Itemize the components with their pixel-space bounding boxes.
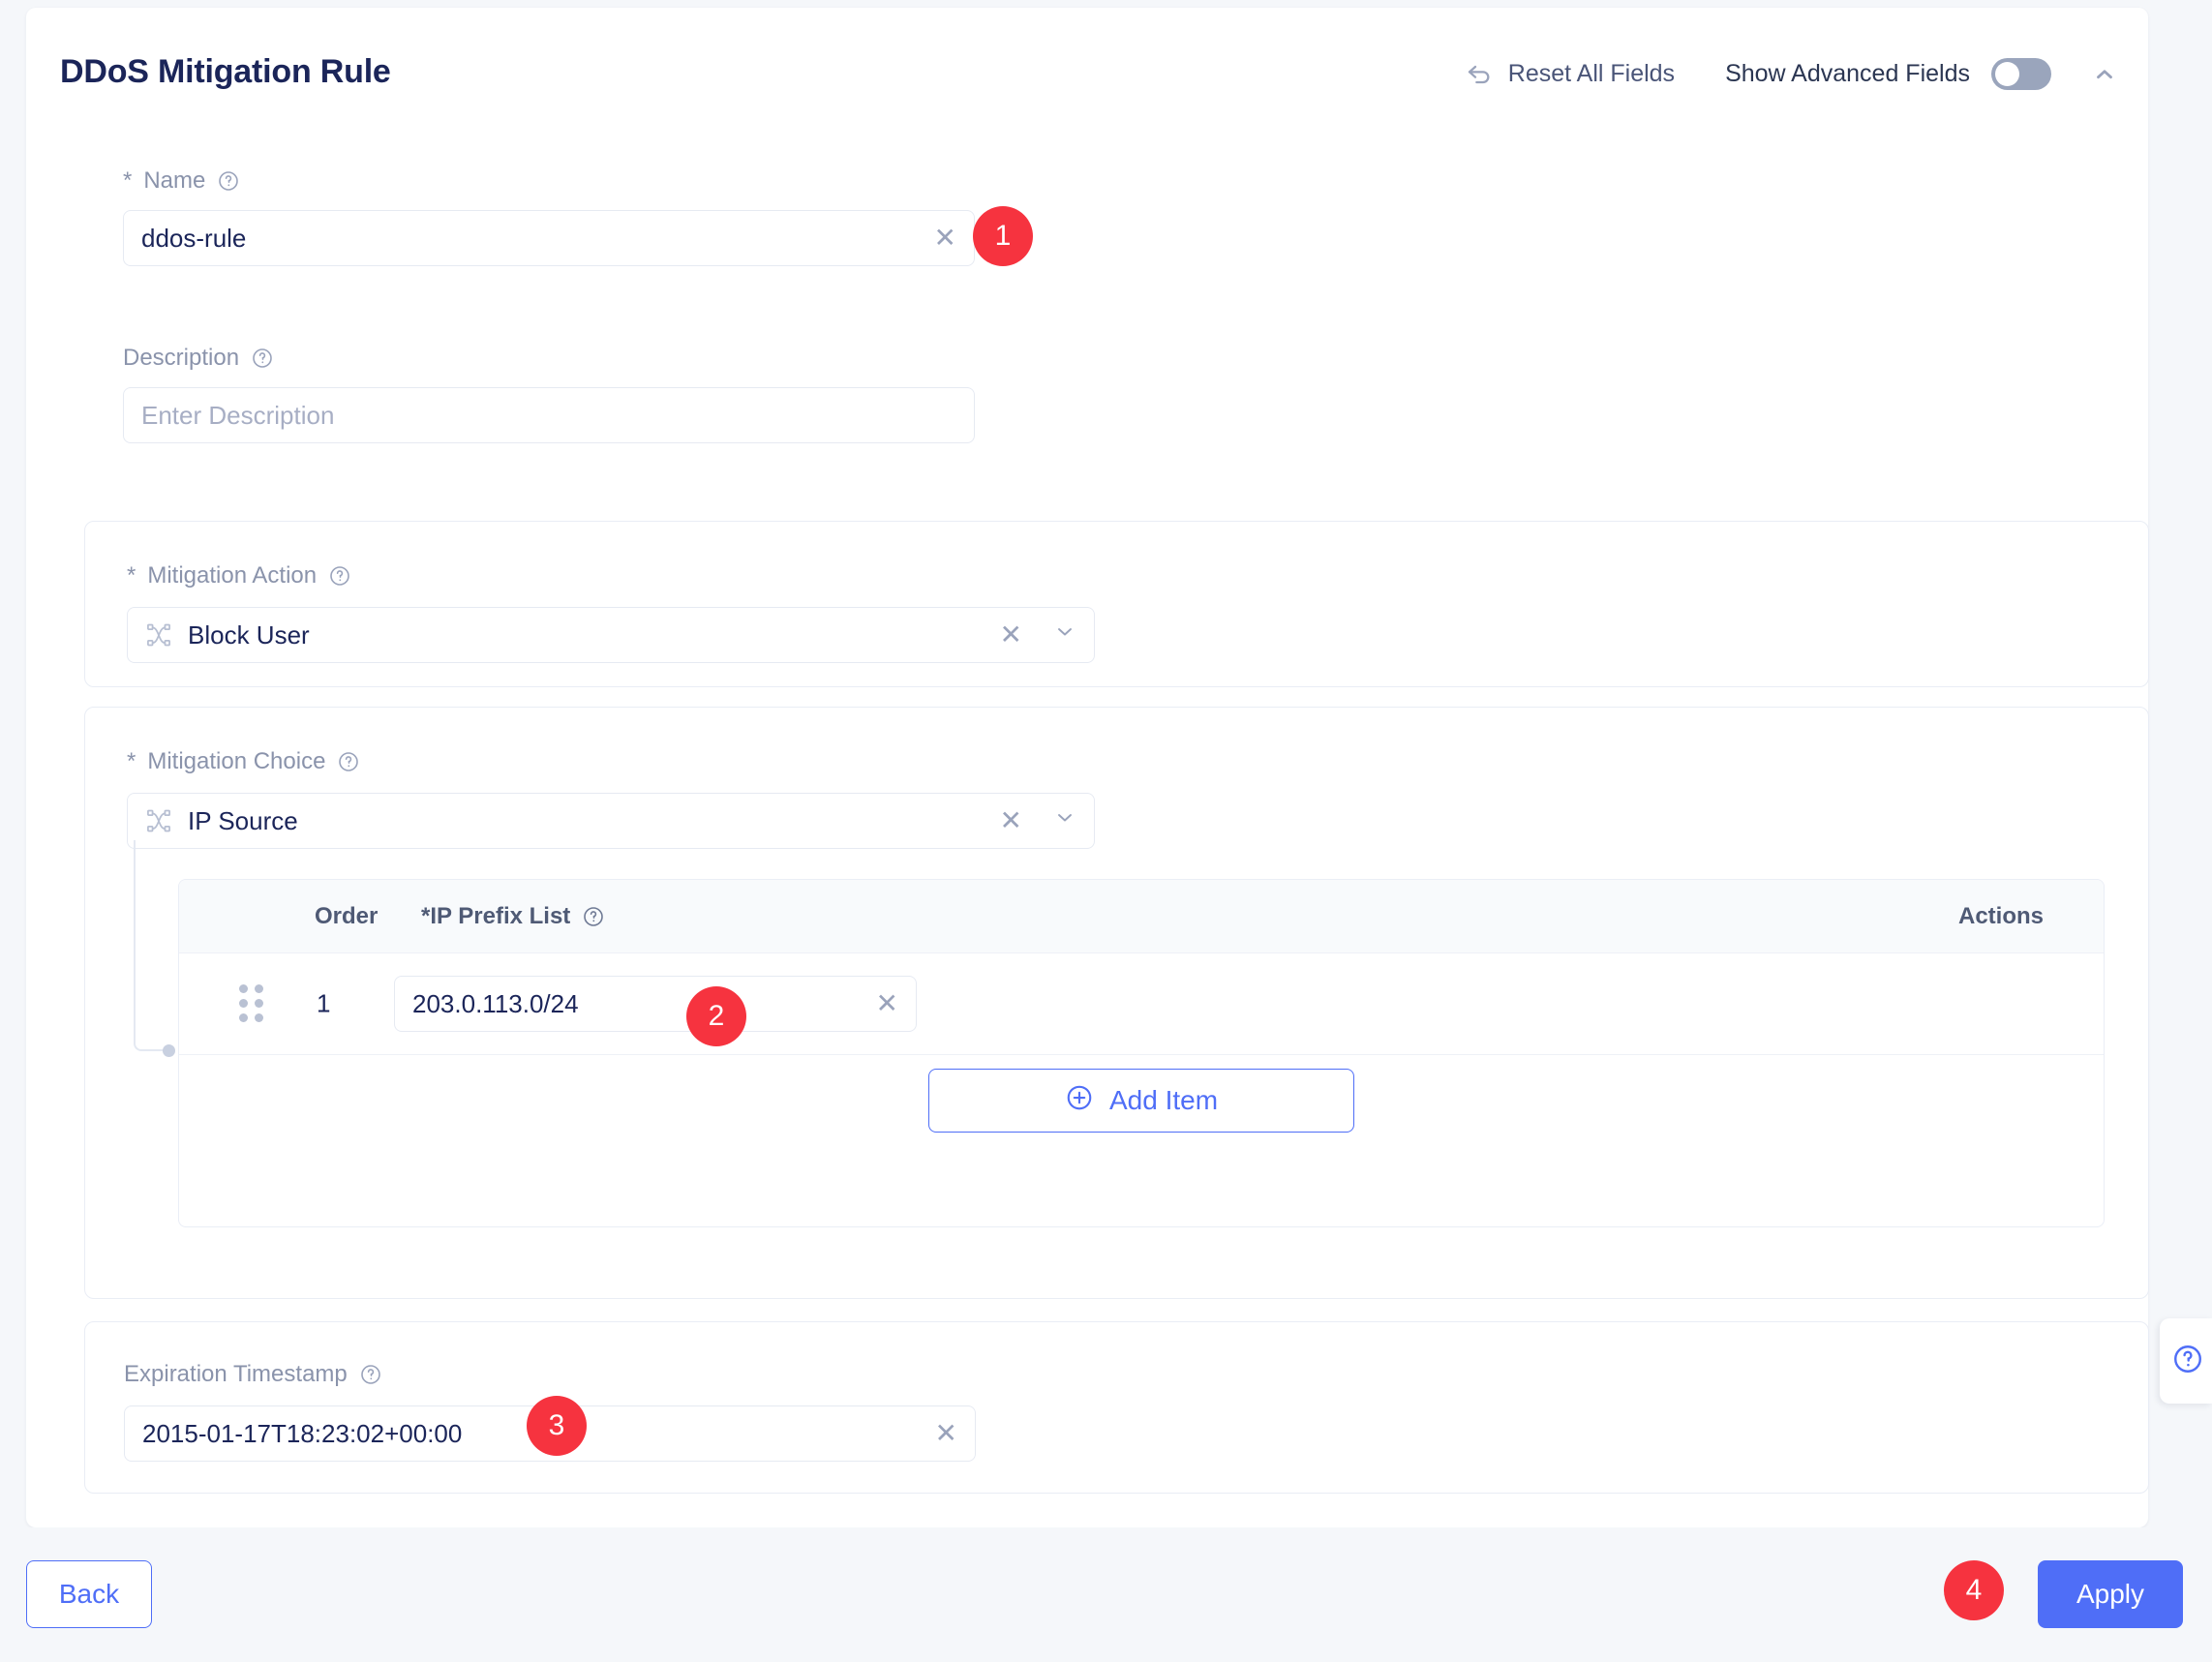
- name-field-block: * Name ddos-rule ✕: [123, 167, 975, 266]
- question-circle-icon[interactable]: [328, 564, 351, 588]
- node-graph-icon: [145, 621, 172, 649]
- name-input[interactable]: ddos-rule ✕: [123, 210, 975, 266]
- toggle-knob: [1995, 62, 2019, 86]
- description-input[interactable]: Enter Description: [123, 387, 975, 443]
- add-item-button[interactable]: Add Item: [928, 1069, 1354, 1133]
- help-widget-button[interactable]: [2160, 1318, 2212, 1404]
- table-header-row: Order *IP Prefix List Actions: [179, 880, 2104, 953]
- tree-connector-dot: [163, 1044, 175, 1057]
- tree-connector-line: [134, 840, 170, 1051]
- description-label-text: Description: [123, 345, 239, 372]
- description-placeholder: Enter Description: [141, 401, 334, 431]
- annotation-badge-4: 4: [1944, 1560, 2004, 1620]
- ddos-mitigation-rule-page: DDoS Mitigation Rule Reset All Fields Sh…: [0, 0, 2212, 1662]
- column-header-ip-prefix-list: *IP Prefix List: [421, 903, 605, 930]
- column-header-ip-prefix-list-text: *IP Prefix List: [421, 903, 570, 930]
- required-asterisk: *: [127, 748, 136, 775]
- close-icon[interactable]: ✕: [876, 990, 898, 1017]
- question-circle-icon[interactable]: [359, 1363, 382, 1386]
- required-asterisk: *: [123, 167, 132, 195]
- reset-all-fields-label: Reset All Fields: [1508, 60, 1675, 88]
- plus-circle-icon: [1065, 1083, 1094, 1119]
- add-item-label: Add Item: [1109, 1085, 1218, 1116]
- mitigation-action-select[interactable]: Block User ✕: [127, 607, 1095, 663]
- mitigation-action-label: * Mitigation Action: [127, 562, 351, 589]
- mitigation-action-label-text: Mitigation Action: [147, 562, 317, 589]
- question-circle-icon[interactable]: [582, 905, 605, 928]
- question-circle-icon[interactable]: [251, 347, 274, 370]
- drag-handle-icon[interactable]: [239, 984, 264, 1023]
- mitigation-action-panel: * Mitigation Action: [84, 521, 2149, 687]
- mitigation-action-value: Block User: [188, 620, 310, 650]
- name-input-value: ddos-rule: [141, 224, 246, 254]
- back-button[interactable]: Back: [26, 1560, 152, 1628]
- expiration-timestamp-label-text: Expiration Timestamp: [124, 1361, 348, 1388]
- required-asterisk: *: [127, 562, 136, 589]
- ip-prefix-list-table: Order *IP Prefix List Actions 1 203.0.: [178, 879, 2105, 1227]
- expiration-timestamp-value: 2015-01-17T18:23:02+00:00: [142, 1419, 462, 1449]
- description-field-block: Description Enter Description: [123, 345, 975, 443]
- question-circle-icon: [2171, 1343, 2204, 1380]
- question-circle-icon[interactable]: [337, 750, 360, 773]
- mitigation-choice-label: * Mitigation Choice: [127, 748, 360, 775]
- mitigation-choice-select[interactable]: IP Source ✕: [127, 793, 1095, 849]
- mitigation-choice-label-text: Mitigation Choice: [147, 748, 325, 775]
- ip-prefix-value: 203.0.113.0/24: [412, 989, 579, 1019]
- annotation-badge-1: 1: [973, 206, 1033, 266]
- node-graph-icon: [145, 807, 172, 834]
- question-circle-icon[interactable]: [217, 169, 240, 193]
- close-icon[interactable]: ✕: [1000, 621, 1022, 649]
- expiration-timestamp-panel: Expiration Timestamp 2015-01-17T18:23:02…: [84, 1321, 2149, 1494]
- description-label: Description: [123, 345, 975, 372]
- apply-button[interactable]: Apply: [2038, 1560, 2183, 1628]
- undo-arrow-icon: [1464, 59, 1495, 90]
- header-actions: Reset All Fields Show Advanced Fields: [1464, 58, 2119, 90]
- show-advanced-fields-toggle[interactable]: [1991, 58, 2051, 90]
- name-label-text: Name: [143, 167, 205, 195]
- form-footer: Back Apply: [0, 1527, 2212, 1662]
- column-header-actions: Actions: [1958, 903, 2044, 930]
- table-row: 1 203.0.113.0/24 ✕: [179, 953, 2104, 1055]
- show-advanced-fields-label: Show Advanced Fields: [1725, 60, 1970, 88]
- annotation-badge-3: 3: [527, 1396, 587, 1456]
- close-icon[interactable]: ✕: [1000, 807, 1022, 834]
- close-icon[interactable]: ✕: [935, 1420, 957, 1447]
- ip-prefix-input[interactable]: 203.0.113.0/24 ✕: [394, 976, 917, 1032]
- reset-all-fields-button[interactable]: Reset All Fields: [1464, 59, 1675, 90]
- mitigation-choice-value: IP Source: [188, 806, 298, 836]
- chevron-down-icon[interactable]: [1053, 806, 1076, 836]
- rule-form-card: DDoS Mitigation Rule Reset All Fields Sh…: [26, 8, 2148, 1527]
- annotation-badge-2: 2: [686, 986, 746, 1046]
- page-title: DDoS Mitigation Rule: [60, 53, 391, 91]
- column-header-order: Order: [315, 903, 378, 930]
- chevron-up-icon[interactable]: [2090, 60, 2119, 89]
- form-header: DDoS Mitigation Rule Reset All Fields Sh…: [26, 8, 2148, 114]
- add-item-row: Add Item: [179, 1069, 2104, 1133]
- name-label: * Name: [123, 167, 975, 195]
- chevron-down-icon[interactable]: [1053, 620, 1076, 650]
- close-icon[interactable]: ✕: [934, 225, 956, 252]
- cell-order: 1: [317, 989, 330, 1019]
- expiration-timestamp-label: Expiration Timestamp: [124, 1361, 382, 1388]
